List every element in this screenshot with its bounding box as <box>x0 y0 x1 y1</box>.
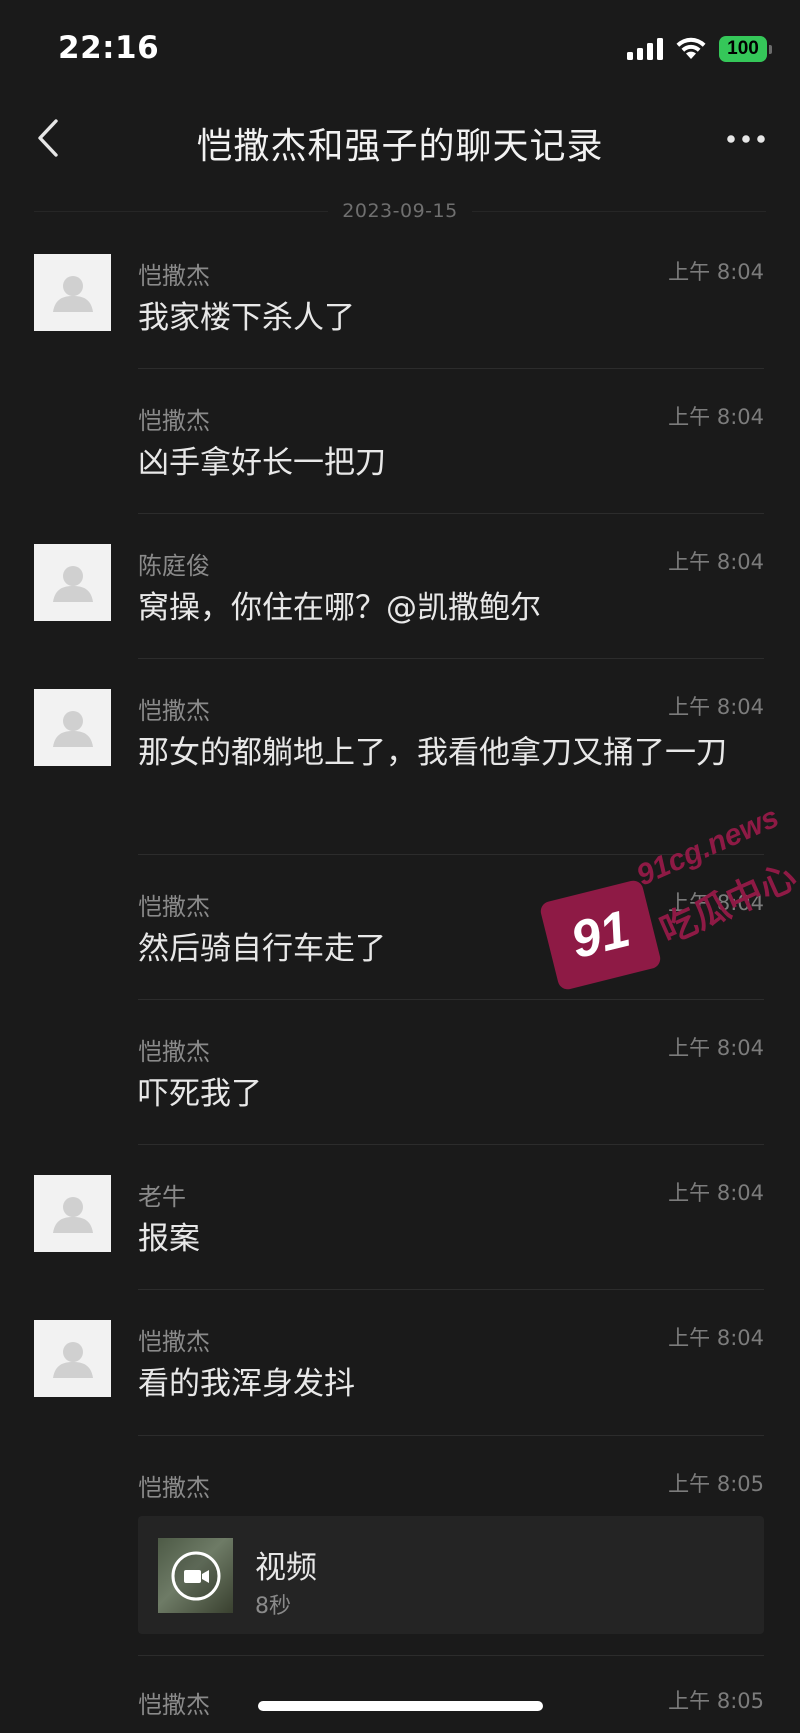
message-time: 上午 8:04 <box>668 405 764 429</box>
sender-name: 恺撒杰 <box>138 697 210 725</box>
divider <box>138 1655 764 1656</box>
message-time: 上午 8:04 <box>668 1181 764 1205</box>
message-time: 上午 8:05 <box>668 1472 764 1496</box>
video-label: 视频 <box>255 1550 317 1586</box>
message-time: 上午 8:04 <box>668 1036 764 1060</box>
battery-icon: 100 <box>719 36 772 62</box>
sender-name: 恺撒杰 <box>138 1038 210 1066</box>
message-time: 上午 8:04 <box>668 1326 764 1350</box>
message-text: 窝操，你住在哪？@凯撒鲍尔 <box>138 590 541 626</box>
avatar[interactable] <box>34 544 111 621</box>
date-separator: 2023-09-15 <box>34 196 767 226</box>
user-placeholder-icon <box>52 710 93 747</box>
video-thumbnail[interactable] <box>158 1538 233 1613</box>
user-placeholder-icon <box>52 565 93 602</box>
status-bar: 22:16 100 <box>0 0 800 95</box>
home-indicator[interactable] <box>258 1701 543 1711</box>
avatar[interactable] <box>34 689 111 766</box>
message-time: 上午 8:04 <box>668 695 764 719</box>
message-time: 上午 8:05 <box>668 1689 764 1713</box>
video-card[interactable]: 视频 8秒 <box>138 1516 764 1634</box>
watermark-badge-text: 91 <box>565 899 636 971</box>
user-placeholder-icon <box>52 275 93 312</box>
divider <box>138 1144 764 1145</box>
more-button[interactable] <box>722 119 770 159</box>
message-text: 报案 <box>138 1221 200 1257</box>
user-placeholder-icon <box>52 1341 93 1378</box>
avatar[interactable] <box>34 254 111 331</box>
avatar[interactable] <box>34 1175 111 1252</box>
message-text: 吓死我了 <box>138 1076 262 1112</box>
sender-name: 老牛 <box>138 1183 186 1211</box>
wifi-icon <box>676 37 706 59</box>
message-text: 那女的都躺地上了，我看他拿刀又捅了一刀 <box>138 735 727 771</box>
divider <box>138 1289 764 1290</box>
message-text: 我家楼下杀人了 <box>138 300 355 336</box>
message-text: 凶手拿好长一把刀 <box>138 445 386 481</box>
sender-name: 恺撒杰 <box>138 262 210 290</box>
status-time: 22:16 <box>58 30 160 66</box>
message-time: 上午 8:04 <box>668 260 764 284</box>
sender-name: 恺撒杰 <box>138 1328 210 1356</box>
sender-name: 陈庭俊 <box>138 552 210 580</box>
sender-name: 恺撒杰 <box>138 1474 210 1502</box>
sender-name: 恺撒杰 <box>138 407 210 435</box>
divider <box>138 368 764 369</box>
sender-name: 恺撒杰 <box>138 893 210 921</box>
sender-name: 恺撒杰 <box>138 1691 210 1719</box>
battery-level: 100 <box>719 36 767 62</box>
divider <box>138 658 764 659</box>
divider <box>138 513 764 514</box>
nav-bar: 恺撒杰和强子的聊天记录 <box>0 95 800 185</box>
more-dots-icon <box>727 135 765 143</box>
avatar[interactable] <box>34 1320 111 1397</box>
user-placeholder-icon <box>52 1196 93 1233</box>
message-text: 看的我浑身发抖 <box>138 1366 355 1402</box>
watermark-logo: 91 <box>538 878 663 992</box>
watermark: 91cg.news 吃瓜中心 91 <box>538 790 800 1000</box>
signal-icon <box>627 38 663 60</box>
message-time: 上午 8:04 <box>668 550 764 574</box>
page-title: 恺撒杰和强子的聊天记录 <box>196 126 604 167</box>
video-camera-icon <box>171 1551 220 1600</box>
video-duration: 8秒 <box>255 1594 291 1619</box>
divider <box>138 1435 764 1436</box>
status-icons: 100 <box>627 36 772 62</box>
date-text: 2023-09-15 <box>342 200 458 222</box>
